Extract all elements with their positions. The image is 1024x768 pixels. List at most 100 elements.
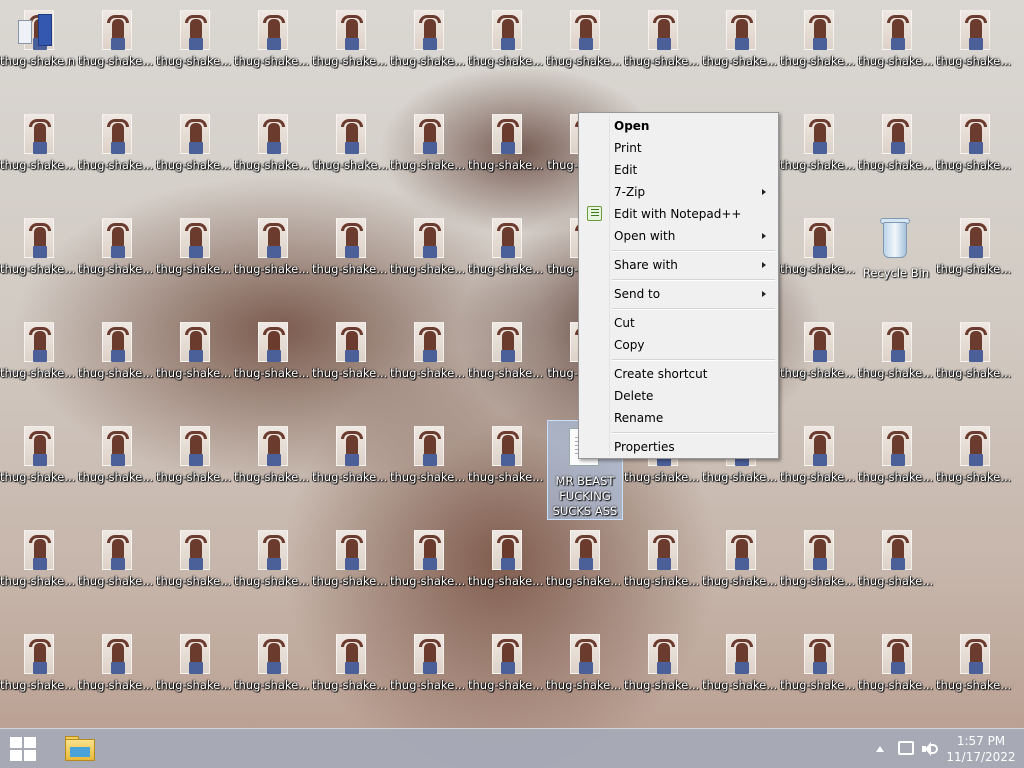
desktop-file-icon[interactable]: thug-shake... - Copy — [312, 208, 390, 308]
desktop-file-icon[interactable]: thug-shake... - Copy (18)... — [780, 624, 858, 724]
desktop-file-icon[interactable]: thug-shake... - Copy (10)... — [312, 416, 390, 516]
desktop-file-icon[interactable]: thug-shake... - Copy (10) — [0, 520, 78, 620]
desktop-file-icon[interactable]: thug-shake... - Copy (12)... — [468, 624, 546, 724]
desktop-file-icon[interactable]: thug-shake... - Copy (9) — [78, 208, 156, 308]
desktop-file-icon[interactable]: thug-shake... — [312, 104, 390, 204]
menu-item-open[interactable]: Open — [581, 115, 776, 137]
desktop-file-icon[interactable]: thug-shake... - Copy (6) — [78, 520, 156, 620]
desktop-file-icon[interactable]: thug-shake... - Copy (8) — [0, 208, 78, 308]
menu-item-share-with[interactable]: Share with — [581, 254, 776, 276]
desktop-file-icon[interactable]: thug-shake... - Copy (2) — [234, 520, 312, 620]
desktop-file-icon[interactable]: thug-shake... - Copy (5) ... — [390, 624, 468, 724]
network-icon[interactable] — [898, 741, 914, 755]
desktop-file-icon[interactable]: thug-shake... - Copy (25)... — [780, 0, 858, 100]
desktop-file-icon[interactable]: thug-shake... - Copy (6) ... — [312, 312, 390, 412]
desktop-file-icon[interactable]: thug-shake... - Copy (32)... — [624, 0, 702, 100]
menu-item-edit-notepadpp[interactable]: Edit with Notepad++ — [581, 203, 776, 225]
desktop-file-icon[interactable]: thug-shake... - Copy (15) — [702, 624, 780, 724]
desktop-file-icon[interactable]: thug-shake... - Copy (21)... — [234, 416, 312, 516]
desktop-file-icon[interactable]: thug-shake... - Copy (11) — [0, 416, 78, 516]
desktop-file-icon[interactable]: thug-shake... - Copy (22)... — [780, 520, 858, 620]
desktop-file-icon[interactable]: thug-shake... - Copy (33)... — [234, 0, 312, 100]
desktop-file-icon[interactable]: thug-shake... - Copy (7) ... — [390, 312, 468, 412]
menu-item-cut[interactable]: Cut — [581, 312, 776, 334]
desktop-file-icon[interactable]: thug-shake... - Copy - C... — [702, 520, 780, 620]
desktop-file-icon[interactable]: thug-shake... - Copy - C... — [780, 208, 858, 308]
desktop-file-icon[interactable]: thug-shake... - Copy - C... — [780, 312, 858, 412]
desktop-file-icon[interactable]: thug-shake... - Copy - C... — [156, 624, 234, 724]
menu-item-print[interactable]: Print — [581, 137, 776, 159]
desktop-file-icon[interactable]: thug-shake... - Copy - C... — [546, 520, 624, 620]
desktop-file-icon[interactable]: thug-shake... - Copy (14)... — [390, 104, 468, 204]
desktop-file-icon[interactable]: thug-shake... - Copy (12)... — [858, 624, 936, 724]
desktop-file-icon[interactable]: thug-shake... - Copy (29)... — [78, 0, 156, 100]
menu-item-send-to[interactable]: Send to — [581, 283, 776, 305]
desktop-file-icon[interactable]: thug-shake... - Copy (5) ... — [858, 104, 936, 204]
recycle-bin-label[interactable]: Recycle Bin — [857, 266, 935, 281]
desktop-file-icon[interactable]: thug-shake... - Copy (30)... — [468, 0, 546, 100]
desktop-file-icon[interactable]: thug-shake... - Copy (3) ... — [234, 624, 312, 724]
desktop-file-icon[interactable]: thug-shake... - Copy - C... — [156, 0, 234, 100]
volume-icon[interactable] — [922, 742, 938, 756]
desktop-file-icon[interactable]: thug-shake... - Copy (30)... — [858, 312, 936, 412]
file-explorer-icon[interactable] — [62, 733, 98, 765]
menu-item-properties[interactable]: Properties — [581, 436, 776, 458]
clock[interactable]: 1:57 PM 11/17/2022 — [945, 733, 1017, 765]
desktop-file-icon[interactable]: thug-shake... - Copy (35)... — [780, 416, 858, 516]
desktop-file-icon[interactable]: thug-shake... - Copy - C... — [78, 312, 156, 412]
recycle-bin-icon[interactable] — [878, 216, 912, 260]
desktop-file-icon[interactable]: thug-shake... - Copy (40)... — [624, 520, 702, 620]
desktop-file-icon[interactable]: thug-shake... - Copy (27)... — [312, 624, 390, 724]
desktop-file-icon[interactable]: thug-shake... - Copy (39)... — [936, 208, 1014, 308]
desktop-file-icon[interactable]: thug-shake... - Copy (12) — [0, 312, 78, 412]
desktop-file-icon[interactable]: thug-shake... - Copy (19)... — [936, 104, 1014, 204]
desktop-file-icon[interactable]: thug-shake... - Copy (22)... — [390, 208, 468, 308]
windows-start-icon[interactable] — [8, 735, 40, 763]
desktop-file-icon[interactable]: thug-shake... - Copy (26)... — [156, 416, 234, 516]
desktop-file-icon[interactable]: thug-shake... - Copy (15)... — [468, 208, 546, 308]
desktop-file-icon[interactable]: thug-shake... - Copy (2) ... — [702, 0, 780, 100]
desktop-file-icon[interactable]: thug-shake... - Copy (17)... — [156, 312, 234, 412]
desktop-file-icon[interactable]: thug-shake... - Copy - C... — [0, 624, 78, 724]
show-hidden-icons-icon[interactable] — [876, 746, 884, 752]
desktop-file-icon[interactable]: thug-shake... - Copy (3) — [468, 416, 546, 516]
desktop-file-icon[interactable]: thug-shake... - Copy (9) ... — [234, 312, 312, 412]
desktop-file-icon[interactable]: thug-shake... - Copy (4) ... — [390, 0, 468, 100]
desktop-file-icon[interactable]: thug-shake... - Copy (8) ... — [858, 416, 936, 516]
desktop-file-icon[interactable]: thug-shake... - Copy (13)... — [624, 624, 702, 724]
desktop-file-icon[interactable]: thug-shake... - Copy (4) — [468, 520, 546, 620]
menu-item-open-with[interactable]: Open with — [581, 225, 776, 247]
desktop-file-icon[interactable]: thug-shake... - Copy (23)... — [468, 312, 546, 412]
desktop-file-icon[interactable]: thug-shake... - Copy (28)... — [468, 104, 546, 204]
desktop-file-icon[interactable]: thug-shake... - Copy (2) ... — [156, 520, 234, 620]
desktop-file-icon[interactable]: thug-shake... - Copy (13) — [78, 104, 156, 204]
desktop-file-icon[interactable]: thug-shake... - Copy (11)... — [390, 416, 468, 516]
menu-item-copy[interactable]: Copy — [581, 334, 776, 356]
desktop-file-icon[interactable]: thug-shake... - Copy - C... — [234, 104, 312, 204]
desktop-file-icon[interactable]: thug-shake... - Copy (19)... — [546, 0, 624, 100]
menu-item-rename[interactable]: Rename — [581, 407, 776, 429]
desktop-file-icon[interactable]: thug-shake... - Copy (16)... — [858, 520, 936, 620]
desktop-file-icon[interactable]: thug-shake... - Copy - C... — [78, 416, 156, 516]
desktop-file-icon[interactable]: thug-shake... - Copy - C... — [156, 208, 234, 308]
desktop-file-icon[interactable]: thug-shake... - Copy (8) ... — [390, 520, 468, 620]
selected-file-label[interactable]: MR BEAST FUCKING SUCKS ASS — [547, 474, 623, 519]
desktop-file-icon[interactable]: thug-shake... - Copy (36)... — [312, 0, 390, 100]
desktop-file-icon[interactable]: thug-shake... - Copy (25)... — [78, 624, 156, 724]
menu-item-delete[interactable]: Delete — [581, 385, 776, 407]
desktop-file-icon[interactable]: thug-shake... - Copy (4) ... — [780, 104, 858, 204]
desktop-file-icon[interactable]: thug-shake... - Copy (15)... — [936, 312, 1014, 412]
desktop-file-icon[interactable]: thug-shake... - Copy (20)... — [546, 624, 624, 724]
desktop-file-icon[interactable]: thug-shake... - Copy (28)... — [936, 0, 1014, 100]
desktop-file-icon[interactable]: thug-shake... - Copy (35)... — [156, 104, 234, 204]
desktop-file-icon[interactable]: thug-shake... - Copy (31)... — [936, 416, 1014, 516]
desktop-file-icon[interactable]: thug-shake... - Copy (18)... — [312, 520, 390, 620]
menu-item-7zip[interactable]: 7-Zip — [581, 181, 776, 203]
menu-item-create-shortcut[interactable]: Create shortcut — [581, 363, 776, 385]
menu-item-edit[interactable]: Edit — [581, 159, 776, 181]
desktop-file-icon[interactable]: thug-shake... - Copy (13)... — [234, 208, 312, 308]
desktop[interactable]: thug-shake.n - Copy (37)...thug-shake...… — [0, 0, 1024, 728]
desktop-file-icon[interactable]: thug-shake... - Copy (7) — [0, 104, 78, 204]
desktop-file-icon[interactable]: thug-shake... - Copy (20)... — [936, 624, 1014, 724]
desktop-file-icon[interactable]: thug-shake... - Copy (14)... — [858, 0, 936, 100]
